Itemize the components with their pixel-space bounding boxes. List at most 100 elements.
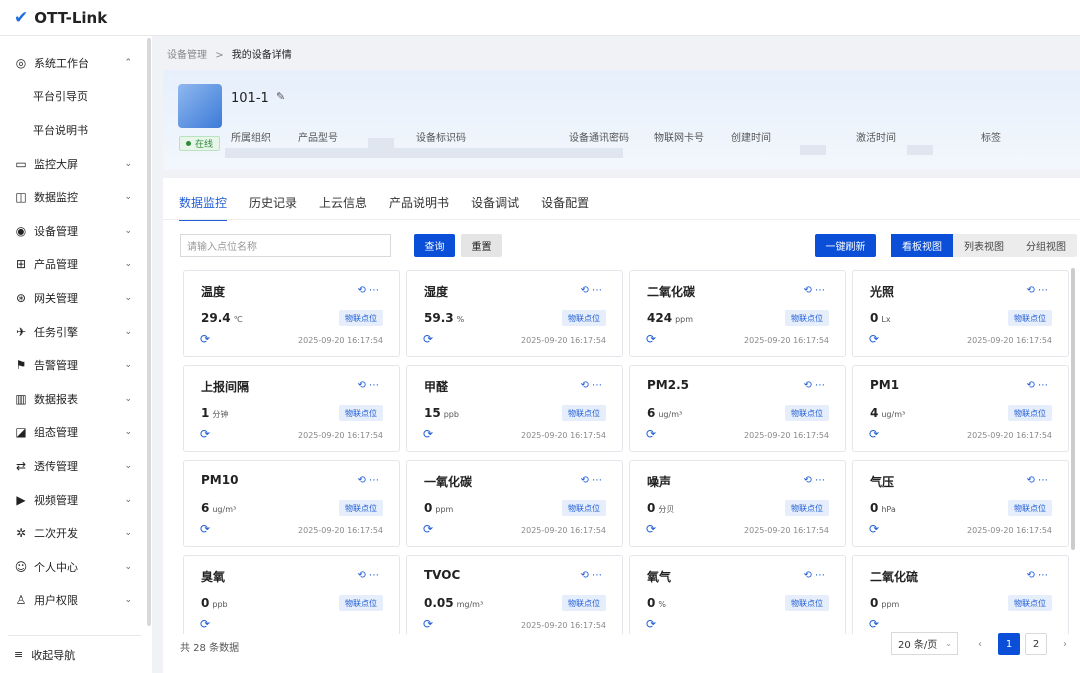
sidebar-item[interactable]: ⇄ 透传管理 ⌄ [0,449,152,483]
sidebar-subitem[interactable]: 平台说明书 [0,113,152,147]
point-tag: 物联点位 [562,500,606,516]
reset-button[interactable]: 重置 [461,234,502,257]
point-value: 6 ug/m³ [201,501,236,515]
refresh-icon[interactable]: ⟳ [200,332,210,346]
point-name: 光照 [870,285,895,299]
history-icon[interactable]: ⟲ ⋯ [1026,570,1048,581]
history-icon[interactable]: ⟲ ⋯ [1026,380,1048,391]
sidebar-item[interactable]: ✲ 二次开发 ⌄ [0,516,152,550]
refresh-icon[interactable]: ⟳ [200,522,210,536]
refresh-icon[interactable]: ⟳ [646,427,656,441]
history-icon[interactable]: ⟲ ⋯ [580,285,602,296]
refresh-icon[interactable]: ⟳ [869,427,879,441]
main-content: 设备管理 > 我的设备详情 101-1 ✎ 在线 所属组织 产品型号 设备标识码… [163,36,1080,673]
history-icon[interactable]: ⟲ ⋯ [580,380,602,391]
sidebar-item[interactable]: ◎ 系统工作台 ⌃ [0,46,152,80]
query-button[interactable]: 查询 [414,234,455,257]
sidebar-item[interactable]: ♙ 用户权限 ⌄ [0,584,152,618]
refresh-icon[interactable]: ⟳ [869,332,879,346]
tab[interactable]: 上云信息 [319,194,367,221]
sidebar-item-label: 个人中心 [34,560,78,574]
page-button[interactable]: 2 [1025,633,1047,655]
sidebar-item-label: 任务引擎 [34,325,78,339]
point-unit: 分钟 [212,410,229,419]
sidebar-scrollbar[interactable] [147,38,151,626]
sidebar-item[interactable]: ▶ 视频管理 ⌄ [0,483,152,517]
page-size-select[interactable]: 20 条/页 ⌄ [891,632,958,655]
sidebar-subitem[interactable]: 平台引导页 [0,80,152,114]
refresh-icon[interactable]: ⟳ [869,617,879,631]
point-unit: Lx [881,315,891,324]
collapse-nav-label: 收起导航 [31,648,76,662]
cards-scrollbar[interactable] [1071,268,1075,550]
tab[interactable]: 设备配置 [541,194,589,221]
history-icon[interactable]: ⟲ ⋯ [580,475,602,486]
refresh-icon[interactable]: ⟳ [423,427,433,441]
point-name: 噪声 [647,475,672,489]
collapse-nav-button[interactable]: ≡ 收起导航 [8,635,141,673]
sidebar-item[interactable]: ▥ 数据报表 ⌄ [0,382,152,416]
tab[interactable]: 数据监控 [179,194,228,221]
history-icon[interactable]: ⟲ ⋯ [357,570,379,581]
point-timestamp: 2025-09-20 16:17:54 [298,526,383,535]
history-icon[interactable]: ⟲ ⋯ [580,570,602,581]
point-name: PM2.5 [647,378,689,392]
view-board-button[interactable]: 看板视图 [891,234,953,257]
refresh-icon[interactable]: ⟳ [423,332,433,346]
sidebar-item[interactable]: ▭ 监控大屏 ⌄ [0,147,152,181]
refresh-icon[interactable]: ⟳ [646,522,656,536]
refresh-icon[interactable]: ⟳ [200,617,210,631]
point-timestamp: 2025-09-20 16:17:54 [967,526,1052,535]
point-value-number: 0 [870,596,879,610]
meta-label: 设备标识码 [416,133,466,144]
refresh-all-button[interactable]: 一键刷新 [815,234,876,257]
view-list-button[interactable]: 列表视图 [953,234,1015,257]
refresh-icon[interactable]: ⟳ [423,617,433,631]
refresh-icon[interactable]: ⟳ [869,522,879,536]
point-unit: ℃ [233,315,243,324]
sidebar-item[interactable]: ⊞ 产品管理 ⌄ [0,248,152,282]
sidebar-item[interactable]: ◪ 组态管理 ⌄ [0,416,152,450]
page-button[interactable]: 1 [998,633,1020,655]
sidebar-item[interactable]: ◉ 设备管理 ⌄ [0,214,152,248]
history-icon[interactable]: ⟲ ⋯ [357,380,379,391]
tab[interactable]: 设备调试 [471,194,519,221]
history-icon[interactable]: ⟲ ⋯ [803,570,825,581]
sidebar-item[interactable]: ⊛ 网关管理 ⌄ [0,281,152,315]
sidebar-item[interactable]: ◫ 数据监控 ⌄ [0,180,152,214]
history-icon[interactable]: ⟲ ⋯ [1026,285,1048,296]
breadcrumb: 设备管理 > 我的设备详情 [167,46,292,61]
refresh-icon[interactable]: ⟳ [423,522,433,536]
chart-icon: ◫ [15,190,27,205]
refresh-icon[interactable]: ⟳ [200,427,210,441]
prev-page-button[interactable]: ‹ [969,633,991,655]
history-icon[interactable]: ⟲ ⋯ [1026,475,1048,486]
breadcrumb-parent[interactable]: 设备管理 [167,50,207,61]
point-value-number: 0 [201,596,210,610]
sidebar-item[interactable]: ☺ 个人中心 ⌄ [0,550,152,584]
next-page-button[interactable]: › [1054,633,1076,655]
point-name: PM1 [870,378,900,392]
point-value-number: 0 [424,501,433,515]
history-icon[interactable]: ⟲ ⋯ [357,285,379,296]
bug-icon: ✲ [15,526,27,541]
point-value-number: 15 [424,406,441,420]
history-icon[interactable]: ⟲ ⋯ [357,475,379,486]
point-value-number: 424 [647,311,673,325]
sidebar-item[interactable]: ✈ 任务引擎 ⌄ [0,315,152,349]
device-image [178,84,222,128]
history-icon[interactable]: ⟲ ⋯ [803,380,825,391]
refresh-icon[interactable]: ⟳ [646,617,656,631]
point-card: 二氧化硫 ⟲ ⋯ 0 ppm 物联点位 ⟳ [852,555,1069,634]
sidebar-item[interactable]: ⚑ 告警管理 ⌄ [0,348,152,382]
history-icon[interactable]: ⟲ ⋯ [803,285,825,296]
history-icon[interactable]: ⟲ ⋯ [803,475,825,486]
view-group-button[interactable]: 分组视图 [1015,234,1077,257]
point-tag: 物联点位 [339,500,383,516]
edit-icon[interactable]: ✎ [276,90,285,103]
meta-label: 产品型号 [298,133,338,144]
tab[interactable]: 产品说明书 [389,194,449,221]
tab[interactable]: 历史记录 [249,194,297,221]
refresh-icon[interactable]: ⟳ [646,332,656,346]
point-search-input[interactable]: 请输入点位名称 [180,234,391,257]
